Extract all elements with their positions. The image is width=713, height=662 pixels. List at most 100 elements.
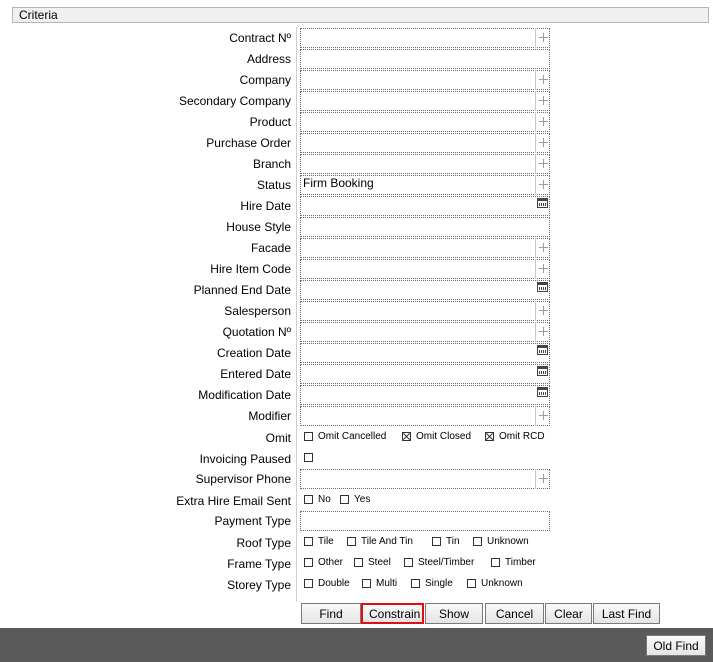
invoicing-paused-row: Invoicing Paused xyxy=(0,449,713,470)
modifier-lookup-icon[interactable] xyxy=(535,406,551,426)
calendar-icon[interactable] xyxy=(537,345,548,355)
status-label: Status xyxy=(256,178,291,192)
modifier-label: Modifier xyxy=(248,409,291,423)
status-input[interactable]: Firm Booking xyxy=(300,175,550,195)
frame-type-timber-checkbox[interactable] xyxy=(491,558,500,567)
find-button[interactable]: Find xyxy=(301,603,361,624)
payment-type-input[interactable] xyxy=(300,511,550,531)
show-all-button[interactable]: Show All xyxy=(425,603,483,640)
house-style-row: House Style xyxy=(0,217,713,238)
invoicing-paused-checkbox[interactable] xyxy=(304,453,313,462)
roof-type-tile-checkbox[interactable] xyxy=(304,537,313,546)
storey-type-multi-checkbox[interactable] xyxy=(362,579,371,588)
status-lookup-icon[interactable] xyxy=(535,175,551,195)
calendar-icon[interactable] xyxy=(537,198,548,208)
omit-rcd-label: Omit RCD xyxy=(499,431,545,442)
planned-end-date-row: Planned End Date xyxy=(0,280,713,301)
omit-cancelled-checkbox[interactable] xyxy=(304,432,313,441)
secondary-company-input[interactable] xyxy=(300,91,550,111)
hire-date-row: Hire Date xyxy=(0,196,713,217)
invoicing-paused-label: Invoicing Paused xyxy=(199,452,291,466)
facade-input[interactable] xyxy=(300,238,550,258)
frame-type-steel-timber-checkbox[interactable] xyxy=(404,558,413,567)
footer-bar: Old Find xyxy=(0,628,713,662)
address-row: Address xyxy=(0,49,713,70)
extra-hire-email-no-checkbox[interactable] xyxy=(304,495,313,504)
extra-hire-email-row: Extra Hire Email Sent No Yes xyxy=(0,491,713,512)
omit-row: Omit Omit Cancelled Omit Closed Omit RCD xyxy=(0,428,713,449)
clear-button[interactable]: Clear xyxy=(545,603,592,624)
frame-type-option-label: Timber xyxy=(505,557,536,568)
salesperson-label: Salesperson xyxy=(224,304,291,318)
calendar-icon[interactable] xyxy=(537,387,548,397)
calendar-icon[interactable] xyxy=(537,282,548,292)
entered-date-row: Entered Date xyxy=(0,364,713,385)
modifier-row: Modifier xyxy=(0,406,713,427)
hire-item-code-label: Hire Item Code xyxy=(210,262,291,276)
contract-no-label: Contract Nº xyxy=(229,31,291,45)
creation-date-row: Creation Date xyxy=(0,343,713,364)
product-row: Product xyxy=(0,112,713,133)
omit-rcd-checkbox[interactable] xyxy=(485,432,494,441)
salesperson-input[interactable] xyxy=(300,301,550,321)
product-lookup-icon[interactable] xyxy=(535,112,551,132)
roof-type-option-label: Tin xyxy=(446,536,460,547)
storey-type-label: Storey Type xyxy=(227,578,291,592)
secondary-company-lookup-icon[interactable] xyxy=(535,91,551,111)
house-style-input[interactable] xyxy=(300,217,550,237)
modification-date-input[interactable] xyxy=(300,385,550,405)
hire-item-code-row: Hire Item Code xyxy=(0,259,713,280)
constrain-button[interactable]: Constrain xyxy=(361,603,424,624)
extra-hire-email-no-label: No xyxy=(318,494,331,505)
quotation-no-input[interactable] xyxy=(300,322,550,342)
contract-no-input[interactable] xyxy=(300,28,550,48)
purchase-order-lookup-icon[interactable] xyxy=(535,133,551,153)
modification-date-label: Modification Date xyxy=(198,388,291,402)
storey-type-single-checkbox[interactable] xyxy=(411,579,420,588)
storey-type-unknown-checkbox[interactable] xyxy=(467,579,476,588)
planned-end-date-input[interactable] xyxy=(300,280,550,300)
storey-type-double-checkbox[interactable] xyxy=(304,579,313,588)
roof-type-unknown-checkbox[interactable] xyxy=(473,537,482,546)
supervisor-phone-label: Supervisor Phone xyxy=(195,472,291,486)
cancel-button[interactable]: Cancel xyxy=(485,603,544,624)
secondary-company-label: Secondary Company xyxy=(178,94,291,108)
frame-type-steel-checkbox[interactable] xyxy=(354,558,363,567)
hire-item-code-lookup-icon[interactable] xyxy=(535,259,551,279)
creation-date-input[interactable] xyxy=(300,343,550,363)
roof-type-tin-checkbox[interactable] xyxy=(432,537,441,546)
supervisor-phone-input[interactable] xyxy=(300,469,550,489)
company-row: Company xyxy=(0,70,713,91)
address-input[interactable] xyxy=(300,49,550,69)
roof-type-option-label: Tile And Tin xyxy=(361,536,413,547)
address-label: Address xyxy=(246,52,291,66)
hire-date-input[interactable] xyxy=(300,196,550,216)
purchase-order-input[interactable] xyxy=(300,133,550,153)
status-row: Status Firm Booking xyxy=(0,175,713,196)
frame-type-other-checkbox[interactable] xyxy=(304,558,313,567)
company-label: Company xyxy=(239,73,291,87)
branch-input[interactable] xyxy=(300,154,550,174)
company-lookup-icon[interactable] xyxy=(535,70,551,90)
facade-lookup-icon[interactable] xyxy=(535,238,551,258)
supervisor-phone-lookup-icon[interactable] xyxy=(535,469,551,489)
entered-date-input[interactable] xyxy=(300,364,550,384)
omit-closed-checkbox[interactable] xyxy=(402,432,411,441)
company-input[interactable] xyxy=(300,70,550,90)
product-input[interactable] xyxy=(300,112,550,132)
quotation-no-lookup-icon[interactable] xyxy=(535,322,551,342)
modifier-input[interactable] xyxy=(300,406,550,426)
modification-date-row: Modification Date xyxy=(0,385,713,406)
extra-hire-email-yes-checkbox[interactable] xyxy=(340,495,349,504)
branch-lookup-icon[interactable] xyxy=(535,154,551,174)
hire-item-code-input[interactable] xyxy=(300,259,550,279)
salesperson-lookup-icon[interactable] xyxy=(535,301,551,321)
contract-no-lookup-icon[interactable] xyxy=(535,28,551,48)
omit-cancelled-label: Omit Cancelled xyxy=(318,431,387,442)
calendar-icon[interactable] xyxy=(537,366,548,376)
old-find-button[interactable]: Old Find xyxy=(646,635,706,656)
omit-closed-label: Omit Closed xyxy=(416,431,472,442)
last-find-button[interactable]: Last Find xyxy=(593,603,660,624)
planned-end-date-label: Planned End Date xyxy=(193,283,291,297)
roof-type-tile-and-tin-checkbox[interactable] xyxy=(347,537,356,546)
